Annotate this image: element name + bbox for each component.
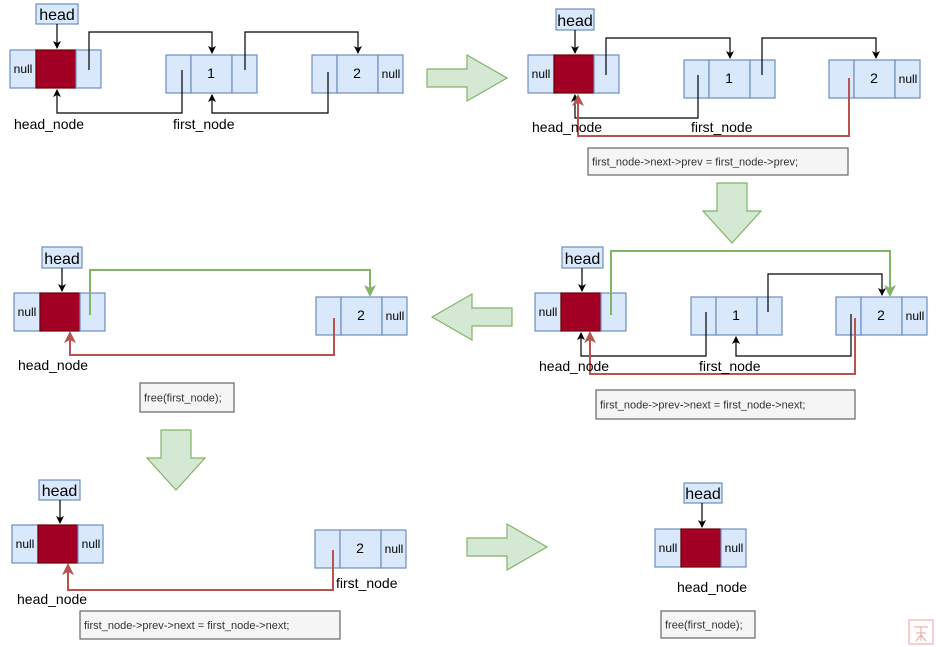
node-value: 2 <box>870 70 878 86</box>
next-cell <box>756 296 783 336</box>
head-label: head <box>44 251 80 268</box>
flow-arrow-right-icon <box>426 53 509 103</box>
code-text: free(first_node); <box>665 620 743 632</box>
code-text: first_node->prev->next = first_node->nex… <box>84 620 289 632</box>
head-node-data <box>37 524 79 564</box>
node-value: 2 <box>357 307 365 323</box>
seal-glyph <box>914 626 928 642</box>
prev-cell <box>835 296 862 336</box>
null-label: null <box>382 67 401 81</box>
null-label: null <box>532 67 551 81</box>
first-node-label: first_node <box>699 358 761 374</box>
head-node-data <box>553 54 595 94</box>
head-node-label: head_node <box>539 358 609 374</box>
null-label: null <box>725 541 744 555</box>
code-text: free(first_node); <box>144 393 222 405</box>
prev-cell <box>314 529 341 569</box>
prev-cell <box>690 296 717 336</box>
flow-arrow-right-icon <box>466 522 549 572</box>
head-label: head <box>565 251 601 268</box>
node-value: 2 <box>356 540 364 556</box>
link-prev <box>62 550 334 591</box>
first-node-label: first_node <box>691 119 753 135</box>
head-node-data <box>560 292 602 332</box>
head-node-data <box>39 292 81 332</box>
head-label: head <box>685 486 721 503</box>
flow-arrow-left-icon <box>430 292 513 342</box>
head-node-label: head_node <box>14 116 84 132</box>
next-cell <box>79 292 106 332</box>
null-label: null <box>386 309 405 323</box>
link-prev <box>64 318 335 356</box>
head-node-label: head_node <box>677 579 747 595</box>
head-node-label: head_node <box>17 591 87 607</box>
head-node-data <box>680 528 722 568</box>
prev-cell <box>683 59 710 99</box>
code-text: first_node->prev->next = first_node->nex… <box>600 400 805 412</box>
node-value: 1 <box>725 70 733 86</box>
first-node-label: first_node <box>173 116 235 132</box>
null-label: null <box>659 541 678 555</box>
null-label: null <box>899 72 918 86</box>
head-label: head <box>39 7 75 24</box>
null-label: null <box>14 62 33 76</box>
next-cell <box>600 292 627 332</box>
watermark-seal <box>908 619 934 645</box>
linked-list-deletion-diagram: headnull 1 2 nullhead_node first_nodeheadnul… <box>9 3 934 645</box>
null-label: null <box>539 305 558 319</box>
prev-cell <box>165 54 192 94</box>
code-text: first_node->next->prev = first_node->pre… <box>592 157 798 169</box>
head-node-data <box>35 49 77 89</box>
node-value: 1 <box>207 65 215 81</box>
flow-arrow-down-icon <box>701 182 763 244</box>
head-label: head <box>557 13 593 30</box>
head-node-label: head_node <box>532 119 602 135</box>
prev-cell <box>311 54 338 94</box>
null-label: null <box>385 542 404 556</box>
prev-cell <box>315 296 342 336</box>
null-label: null <box>82 537 101 551</box>
null-label: null <box>18 305 37 319</box>
node-value: 2 <box>877 307 885 323</box>
prev-cell <box>828 59 855 99</box>
head-label: head <box>42 483 78 500</box>
node-value: 2 <box>353 65 361 81</box>
node-value: 1 <box>732 307 740 323</box>
null-label: null <box>906 309 925 323</box>
null-label: null <box>16 537 35 551</box>
flow-arrow-down-icon <box>145 429 207 491</box>
first-node-label: first_node <box>336 575 398 591</box>
head-node-label: head_node <box>18 357 88 373</box>
